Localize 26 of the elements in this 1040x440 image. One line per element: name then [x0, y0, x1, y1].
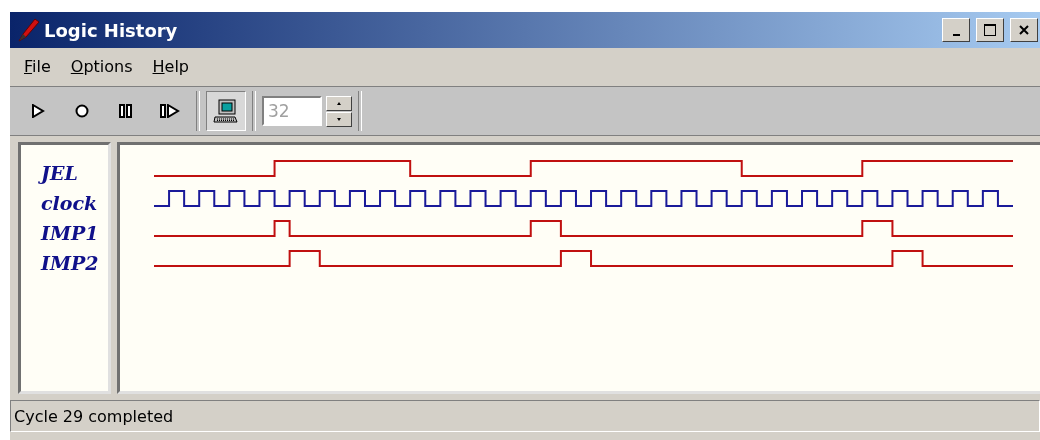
down-arrow-icon	[335, 116, 343, 122]
spin-down-button[interactable]	[326, 111, 352, 127]
minimize-icon	[952, 34, 960, 36]
close-icon	[1018, 24, 1030, 36]
step-icon	[160, 104, 180, 118]
menu-item[interactable]: Help	[144, 54, 197, 78]
signal-name: IMP1	[39, 221, 99, 246]
pause-icon	[119, 104, 133, 118]
spin-up-button[interactable]	[326, 95, 352, 111]
window-title: Logic History	[44, 19, 179, 41]
computer-icon	[213, 98, 239, 124]
menu-item[interactable]: File	[16, 54, 59, 78]
close-button[interactable]	[1010, 18, 1038, 42]
signal-name: IMP2	[39, 251, 99, 276]
up-arrow-icon	[335, 100, 343, 106]
signal-name: clock	[40, 191, 98, 216]
status-text: Cycle 29 completed	[14, 406, 174, 426]
signal-name: JEL	[21, 158, 78, 188]
maximize-icon	[983, 23, 997, 37]
record-icon	[75, 104, 89, 118]
play-icon	[31, 104, 45, 118]
maximize-button[interactable]	[976, 18, 1004, 42]
menu-item[interactable]: Options	[62, 54, 141, 78]
pen-icon	[16, 17, 40, 43]
minimize-button[interactable]	[942, 18, 970, 42]
toolbar-button[interactable]	[206, 91, 246, 131]
